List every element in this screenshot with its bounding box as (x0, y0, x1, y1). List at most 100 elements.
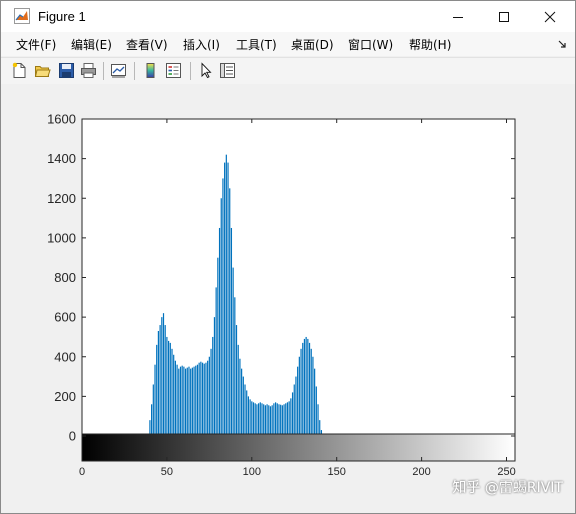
x-tick-label: 100 (243, 466, 261, 478)
x-tick-label: 0 (79, 466, 85, 478)
histogram-bar (247, 396, 250, 437)
histogram-bar (298, 356, 300, 436)
histogram-bar (249, 399, 251, 436)
histogram-bar (213, 317, 216, 437)
histogram-bar (229, 188, 231, 436)
menu-tools[interactable]: 工具(T) (236, 36, 277, 53)
menu-window[interactable]: 窗口(W) (348, 36, 393, 53)
histogram-bar (183, 366, 185, 436)
histogram-bar (154, 364, 156, 436)
histogram-bar (190, 368, 192, 436)
histogram-bar (285, 403, 287, 436)
y-tick-label: 800 (54, 270, 76, 285)
histogram-bar (290, 398, 292, 436)
histogram-bar (171, 348, 173, 436)
histogram-bar (307, 338, 309, 436)
histogram-bar (208, 356, 210, 436)
histogram-bar (215, 287, 217, 436)
print-icon[interactable] (80, 62, 97, 79)
toolbar-separator (190, 62, 191, 80)
histogram-bar (288, 401, 290, 436)
close-button[interactable] (527, 1, 573, 32)
histogram-bar (241, 368, 243, 436)
histogram-bar (269, 406, 272, 436)
histogram-bar (218, 227, 221, 436)
y-tick-label: 0 (69, 429, 76, 444)
y-tick-label: 600 (54, 310, 76, 325)
menu-view[interactable]: 查看(V) (126, 36, 168, 53)
histogram-bar (291, 392, 294, 436)
histogram-bar (161, 317, 163, 437)
histogram-bar (166, 336, 168, 436)
figure-window: Figure 1 文件(F) 编辑(E) 查看(V) 插入(I) 工具(T) 桌… (0, 0, 576, 514)
watermark: 知乎 @雷蝎RIVIT (452, 480, 563, 496)
minimize-button[interactable] (435, 1, 481, 32)
y-tick-label: 1600 (47, 112, 76, 127)
y-tick-label: 1200 (47, 191, 76, 206)
histogram-bar (196, 364, 199, 436)
histogram-bar (268, 405, 270, 436)
histogram-plot: 0 200 400 600 800 1000 1200 1400 1600 0 50 100 150 2… (47, 112, 516, 479)
insert-legend-icon[interactable] (165, 62, 182, 79)
close-icon (544, 11, 556, 22)
menu-file[interactable]: 文件(F) (16, 36, 56, 53)
histogram-bar (207, 360, 209, 436)
histogram-bar (205, 362, 207, 436)
histogram-bar (195, 365, 197, 436)
histogram-bar (280, 404, 282, 436)
x-tick-label: 50 (161, 466, 173, 478)
property-inspector-icon[interactable] (219, 62, 236, 79)
histogram-bar (244, 384, 246, 436)
histogram-bar (302, 342, 304, 436)
histogram-bar (188, 366, 190, 436)
histogram-bar (173, 354, 175, 436)
figure-toolbar (1, 57, 575, 85)
histogram-bar (251, 401, 253, 436)
histogram-bar (256, 404, 258, 436)
histogram-bar (198, 362, 200, 436)
title-bar[interactable]: Figure 1 (1, 1, 575, 32)
dock-figure-icon[interactable] (557, 39, 567, 49)
histogram-bar (261, 403, 263, 436)
open-file-icon[interactable] (34, 62, 51, 79)
toolbar-separator (134, 62, 135, 80)
histogram-bar (283, 404, 285, 436)
histogram-bar (174, 360, 176, 436)
histogram-bar (312, 356, 314, 436)
y-tick-label: 400 (54, 349, 76, 364)
histogram-bar (239, 358, 241, 436)
menu-help[interactable]: 帮助(H) (409, 36, 451, 53)
figure-canvas: 0 200 400 600 800 1000 1200 1400 1600 0 50 100 150 2… (1, 84, 575, 513)
histogram-bar (210, 348, 212, 436)
histogram-bar (225, 154, 227, 436)
save-icon[interactable] (58, 62, 75, 79)
y-tick-label: 200 (54, 389, 76, 404)
histogram-bar (169, 342, 171, 436)
edit-plot-arrow-icon[interactable] (198, 62, 215, 79)
maximize-button[interactable] (481, 1, 527, 32)
histogram-bar (315, 386, 317, 436)
menu-insert[interactable]: 插入(I) (183, 36, 220, 53)
menu-edit[interactable]: 编辑(E) (71, 36, 112, 53)
insert-colorbar-icon[interactable] (142, 62, 159, 79)
x-tick-label: 150 (328, 466, 346, 478)
matlab-logo-icon (14, 8, 30, 24)
histogram-bar (259, 402, 261, 436)
maximize-icon (499, 11, 509, 22)
histogram-bar (151, 404, 153, 436)
link-plot-icon[interactable] (110, 62, 127, 79)
histogram-bar (246, 390, 248, 436)
histogram-bar (217, 257, 219, 436)
histogram-bar (152, 384, 154, 436)
histogram-bar (273, 403, 275, 436)
histogram-bar (179, 366, 182, 436)
histogram-bar (235, 325, 238, 436)
histogram-bar (222, 178, 224, 436)
new-figure-icon[interactable] (11, 62, 28, 79)
menu-desktop[interactable]: 桌面(D) (291, 36, 334, 53)
histogram-bar (227, 162, 229, 436)
histogram-bar (266, 404, 268, 436)
y-tick-label: 1000 (47, 230, 76, 245)
minimize-icon (453, 16, 463, 18)
histogram-bar (186, 367, 188, 436)
